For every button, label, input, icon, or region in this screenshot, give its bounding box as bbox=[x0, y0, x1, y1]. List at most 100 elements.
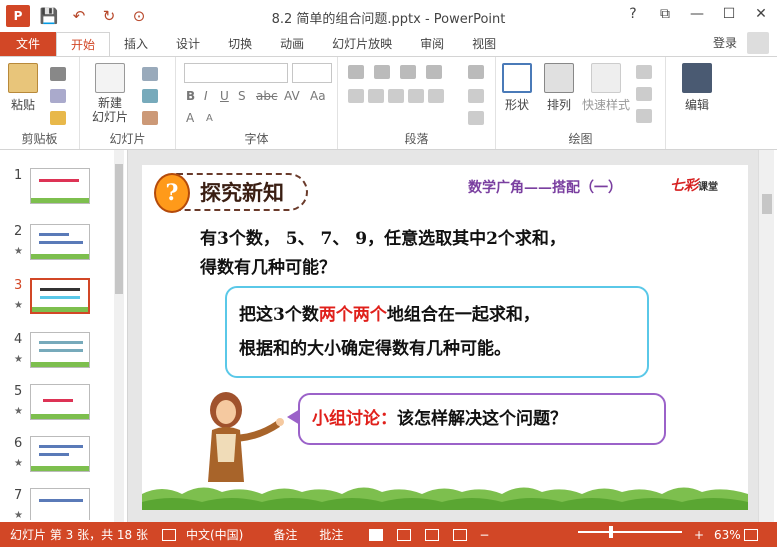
slide-thumbnail-7[interactable]: 7 ★ bbox=[0, 488, 118, 520]
layout-icon[interactable] bbox=[142, 67, 158, 81]
tab-review[interactable]: 审阅 bbox=[406, 32, 458, 56]
shape-fill-icon[interactable] bbox=[636, 65, 652, 79]
zoom-slider[interactable] bbox=[578, 526, 682, 538]
paragraph-group-label: 段落 bbox=[404, 132, 429, 146]
shape-effects-icon[interactable] bbox=[636, 109, 652, 123]
text-direction-icon[interactable] bbox=[468, 65, 484, 79]
start-from-beginning-icon[interactable]: ⊙ bbox=[128, 5, 150, 27]
shape-outline-icon[interactable] bbox=[636, 87, 652, 101]
slide-thumbnail-4[interactable]: 4 ★ bbox=[0, 332, 118, 382]
cut-icon[interactable] bbox=[50, 67, 66, 81]
decrease-indent-icon[interactable] bbox=[400, 65, 416, 79]
underline-button[interactable]: U bbox=[220, 89, 229, 103]
tab-file[interactable]: 文件 bbox=[0, 32, 57, 56]
binoculars-icon bbox=[682, 63, 712, 93]
font-color-button[interactable]: A bbox=[186, 111, 194, 125]
powerpoint-app-icon[interactable]: P bbox=[6, 5, 30, 27]
line-spacing-icon[interactable] bbox=[426, 65, 442, 79]
slide-title-badge[interactable]: ? 探究新知 bbox=[154, 173, 308, 213]
slide-vertical-scrollbar[interactable] bbox=[758, 150, 774, 522]
spell-check-icon[interactable] bbox=[161, 528, 176, 541]
font-name-field[interactable] bbox=[184, 63, 288, 83]
close-button[interactable]: ✕ bbox=[745, 0, 777, 28]
paste-button[interactable]: 粘贴 bbox=[8, 63, 38, 113]
reading-view-icon[interactable] bbox=[425, 528, 440, 541]
shadow-button[interactable]: S bbox=[238, 89, 246, 103]
discussion-label: 小组讨论： bbox=[312, 409, 397, 429]
columns-icon[interactable] bbox=[428, 89, 444, 103]
tab-insert[interactable]: 插入 bbox=[110, 32, 162, 56]
minimize-button[interactable]: — bbox=[681, 0, 713, 28]
tab-animations[interactable]: 动画 bbox=[266, 32, 318, 56]
zoom-in-button[interactable]: + bbox=[694, 528, 704, 542]
help-button[interactable]: ? bbox=[617, 0, 649, 28]
new-slide-button[interactable]: 新建 幻灯片 bbox=[92, 63, 128, 124]
thumbnail-image bbox=[30, 384, 90, 420]
slides-group-label: 幻灯片 bbox=[109, 132, 146, 146]
tab-home[interactable]: 开始 bbox=[56, 32, 111, 56]
zoom-out-button[interactable]: − bbox=[479, 528, 489, 542]
bold-button[interactable]: B bbox=[186, 89, 195, 103]
align-left-icon[interactable] bbox=[348, 89, 364, 103]
italic-button[interactable]: I bbox=[204, 89, 208, 103]
shapes-button[interactable]: 形状 bbox=[502, 63, 532, 113]
tab-transitions[interactable]: 切换 bbox=[214, 32, 266, 56]
arrange-button[interactable]: 排列 bbox=[544, 63, 574, 113]
slideshow-icon[interactable] bbox=[453, 528, 468, 541]
thumbnails-scrollbar[interactable] bbox=[114, 150, 124, 522]
new-slide-icon bbox=[95, 63, 125, 93]
slide-thumbnail-5[interactable]: 5 ★ bbox=[0, 384, 118, 434]
maximize-button[interactable]: ☐ bbox=[713, 0, 745, 28]
question-text[interactable]: 有3个数， 5、 7、 9，任意选取其中2个求和， 得数有几种可能？ bbox=[200, 225, 720, 283]
animation-star-icon: ★ bbox=[14, 406, 23, 417]
slide-subtitle[interactable]: 数学广角——搭配（一） bbox=[468, 177, 622, 197]
align-right-icon[interactable] bbox=[388, 89, 404, 103]
tab-design[interactable]: 设计 bbox=[162, 32, 214, 56]
quick-styles-button[interactable]: 快速样式 bbox=[582, 63, 630, 113]
strikethrough-button[interactable]: abc bbox=[256, 89, 278, 103]
notes-button[interactable]: 备注 bbox=[273, 526, 297, 543]
smartart-icon[interactable] bbox=[468, 111, 484, 125]
change-case-button[interactable]: Aa bbox=[310, 89, 326, 103]
bullets-icon[interactable] bbox=[348, 65, 364, 79]
slide-counter[interactable]: 幻灯片 第 3 张，共 18 张 bbox=[10, 526, 148, 543]
copy-icon[interactable] bbox=[50, 89, 66, 103]
align-center-icon[interactable] bbox=[368, 89, 384, 103]
reset-icon[interactable] bbox=[142, 89, 158, 103]
slide-thumbnail-3[interactable]: 3 ★ bbox=[0, 278, 118, 328]
ribbon-display-options-button[interactable]: ⧉ bbox=[649, 0, 681, 28]
numbering-icon[interactable] bbox=[374, 65, 390, 79]
normal-view-icon[interactable] bbox=[369, 528, 384, 541]
justify-icon[interactable] bbox=[408, 89, 424, 103]
current-slide[interactable]: ? 探究新知 数学广角——搭配（一） 七彩课堂 有3个数， 5、 7、 9，任意… bbox=[142, 165, 748, 510]
slide-thumbnail-1[interactable]: 1 bbox=[0, 168, 118, 218]
hint-callout[interactable]: 把这3个数两个两个地组合在一起求和， 根据和的大小确定得数有几种可能。 bbox=[225, 286, 649, 378]
comments-button[interactable]: 批注 bbox=[319, 526, 343, 543]
tab-view[interactable]: 视图 bbox=[458, 32, 510, 56]
avatar[interactable] bbox=[747, 32, 769, 54]
format-painter-icon[interactable] bbox=[50, 111, 66, 125]
slide-thumbnail-2[interactable]: 2 ★ bbox=[0, 224, 118, 274]
zoom-slider-thumb[interactable] bbox=[608, 526, 613, 538]
zoom-level[interactable]: 63% bbox=[714, 528, 741, 542]
char-spacing-button[interactable]: AV bbox=[284, 89, 300, 103]
save-icon[interactable]: 💾 bbox=[38, 5, 60, 27]
tab-slideshow[interactable]: 幻灯片放映 bbox=[318, 32, 406, 56]
undo-icon[interactable]: ↶ bbox=[68, 5, 90, 27]
discussion-bubble[interactable]: 小组讨论：该怎样解决这个问题？ bbox=[298, 393, 666, 445]
section-icon[interactable] bbox=[142, 111, 158, 125]
editing-button[interactable]: 编辑 bbox=[682, 63, 712, 113]
drawing-group: 形状 排列 快速样式 绘图 bbox=[496, 57, 666, 149]
slide-sorter-icon[interactable] bbox=[397, 528, 412, 541]
font-size-field[interactable] bbox=[292, 63, 332, 83]
align-text-icon[interactable] bbox=[468, 89, 484, 103]
thumbnails-scroll-thumb[interactable] bbox=[115, 164, 123, 294]
language-indicator[interactable]: 中文(中国) bbox=[186, 526, 243, 543]
login-link[interactable]: 登录 bbox=[713, 32, 737, 54]
slide-thumbnail-6[interactable]: 6 ★ bbox=[0, 436, 118, 486]
slide-scroll-thumb[interactable] bbox=[762, 194, 772, 214]
slides-group: 新建 幻灯片 幻灯片 bbox=[80, 57, 176, 149]
fit-to-window-icon[interactable] bbox=[744, 528, 758, 541]
font-shrink-button[interactable]: A bbox=[206, 113, 213, 124]
redo-icon[interactable]: ↻ bbox=[98, 5, 120, 27]
